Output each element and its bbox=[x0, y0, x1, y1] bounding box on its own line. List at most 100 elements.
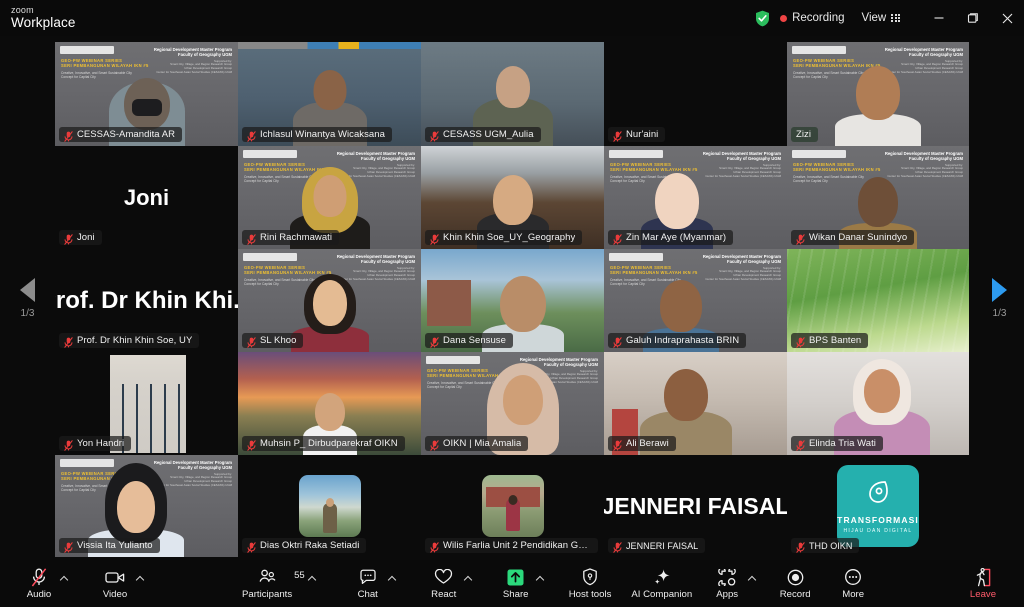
participant-tile[interactable]: Nur'aini bbox=[604, 42, 787, 146]
slide-title: GEO-PW WEBINAR SERIES SERI PEMBANGUNAN W… bbox=[610, 162, 698, 173]
audio-button[interactable]: Audio bbox=[22, 567, 56, 600]
participant-tile[interactable]: TRANSFORMASI HIJAU DAN DIGITAL THD OIKN bbox=[787, 455, 969, 557]
slide-right-title: Regional Development Master Program Facu… bbox=[884, 47, 963, 58]
participant-tile[interactable]: GEO-PW WEBINAR SERIES SERI PEMBANGUNAN W… bbox=[787, 42, 969, 146]
participant-face bbox=[312, 280, 347, 326]
participants-options-chevron-icon[interactable] bbox=[308, 567, 317, 587]
video-label: Video bbox=[102, 589, 128, 600]
next-page-control[interactable]: 1/3 bbox=[975, 278, 1024, 319]
participant-tile[interactable]: GEO-PW WEBINAR SERIES SERI PEMBANGUNAN W… bbox=[421, 352, 604, 455]
react-control[interactable]: React bbox=[427, 567, 473, 600]
minimize-button[interactable] bbox=[922, 0, 956, 36]
leave-button[interactable]: Leave bbox=[966, 567, 1000, 600]
more-button[interactable]: More bbox=[836, 567, 870, 600]
participant-tile[interactable]: GEO-PW WEBINAR SERIES SERI PEMBANGUNAN W… bbox=[604, 146, 787, 249]
react-button[interactable]: React bbox=[427, 567, 461, 600]
participants-button[interactable]: Participants bbox=[242, 567, 292, 600]
participant-tile[interactable]: GEO-PW WEBINAR SERIES SERI PEMBANGUNAN W… bbox=[55, 42, 238, 146]
participant-face bbox=[313, 175, 346, 217]
right-arrow-icon[interactable] bbox=[992, 278, 1007, 302]
participant-tile[interactable]: Ali Berawi bbox=[604, 352, 787, 455]
participant-face bbox=[858, 177, 898, 227]
ai-companion-button[interactable]: AI Companion bbox=[631, 567, 692, 600]
participant-tile[interactable]: BPS Banten bbox=[787, 249, 969, 352]
participant-tile[interactable]: Muhsin P_ Dirbudparekraf OIKN bbox=[238, 352, 421, 455]
participant-tile[interactable]: CESASS UGM_Aulia bbox=[421, 42, 604, 146]
participant-tile[interactable]: JENNERI FAISAL JENNERI FAISAL bbox=[604, 455, 787, 557]
participant-name-label: Prof. Dr Khin Khin Soe, UY bbox=[59, 333, 200, 348]
participant-tile[interactable]: Wilis Farlia Unit 2 Pendidikan Geografi bbox=[421, 455, 604, 557]
leave-door-icon bbox=[973, 567, 993, 587]
share-control[interactable]: Share bbox=[499, 567, 545, 600]
participant-name-label: Zizi bbox=[791, 127, 818, 142]
participant-tile[interactable]: GEO-PW WEBINAR SERIES SERI PEMBANGUNAN W… bbox=[238, 146, 421, 249]
slide-subtitle: Creative, Innovative, and Smart Sustaina… bbox=[793, 71, 864, 80]
participant-tile[interactable]: Joni Joni bbox=[55, 146, 238, 249]
participant-tile[interactable]: GEO-PW WEBINAR SERIES SERI PEMBANGUNAN W… bbox=[238, 249, 421, 352]
apps-control[interactable]: Apps bbox=[710, 567, 756, 600]
participant-tile[interactable]: GEO-PW WEBINAR SERIES SERI PEMBANGUNAN W… bbox=[604, 249, 787, 352]
participant-tile[interactable]: Yon Handri bbox=[55, 352, 238, 455]
participant-name-label: Vissia Ita Yulianto bbox=[59, 538, 160, 553]
participant-tile[interactable]: Prof. Dr Khin Khi... Prof. Dr Khin Khin … bbox=[55, 249, 238, 352]
maximize-restore-button[interactable] bbox=[956, 0, 990, 36]
participant-tile[interactable]: GEO-PW WEBINAR SERIES SERI PEMBANGUNAN W… bbox=[787, 146, 969, 249]
audio-control[interactable]: Audio bbox=[22, 567, 68, 600]
ai-companion-label: AI Companion bbox=[631, 589, 693, 600]
participant-name-label: Khin Khin Soe_UY_Geography bbox=[425, 230, 583, 245]
video-options-chevron-icon[interactable] bbox=[135, 567, 144, 587]
chat-options-chevron-icon[interactable] bbox=[388, 567, 397, 587]
close-button[interactable] bbox=[990, 0, 1024, 36]
flag-backdrop bbox=[238, 42, 421, 49]
chat-button[interactable]: Chat bbox=[351, 567, 385, 600]
participant-tile[interactable]: Dias Oktri Raka Setiadi bbox=[238, 455, 421, 557]
participant-tile[interactable]: Khin Khin Soe_UY_Geography bbox=[421, 146, 604, 249]
participant-tile[interactable]: Ichlasul Winantya Wicaksana bbox=[238, 42, 421, 146]
microphone-muted-icon bbox=[613, 540, 622, 553]
participant-tile[interactable]: Elinda Tria Wati bbox=[787, 352, 969, 455]
microphone-muted-icon bbox=[613, 335, 622, 348]
avatar bbox=[298, 475, 361, 537]
participant-tile[interactable]: GEO-PW WEBINAR SERIES SERI PEMBANGUNAN W… bbox=[55, 455, 238, 557]
slide-title: GEO-PW WEBINAR SERIES SERI PEMBANGUNAN W… bbox=[244, 265, 332, 276]
recording-indicator[interactable]: Recording bbox=[780, 12, 845, 24]
gallery-row: Yon Handri Muhsin P_ Dirbudparekraf OIKN bbox=[55, 352, 969, 455]
video-button[interactable]: Video bbox=[98, 567, 132, 600]
slide-right-sub: Supported by: Smart City, Village, and R… bbox=[705, 162, 781, 178]
participant-name-label: Nur'aini bbox=[608, 127, 666, 142]
participant-tile[interactable]: Dana Sensuse bbox=[421, 249, 604, 352]
apps-options-chevron-icon[interactable] bbox=[747, 567, 756, 587]
participant-name: Zizi bbox=[796, 129, 811, 140]
react-options-chevron-icon[interactable] bbox=[464, 567, 473, 587]
share-button[interactable]: Share bbox=[499, 567, 533, 600]
view-button[interactable]: View bbox=[861, 12, 900, 24]
participant-face bbox=[500, 276, 547, 332]
slide-title: GEO-PW WEBINAR SERIES SERI PEMBANGUNAN W… bbox=[793, 162, 881, 173]
microphone-muted-icon bbox=[613, 438, 622, 451]
audio-options-chevron-icon[interactable] bbox=[59, 567, 68, 587]
slide-right-sub: Supported by: Smart City, Village, and R… bbox=[705, 265, 781, 281]
microphone-muted-icon bbox=[430, 335, 439, 348]
participant-name-label: Wilis Farlia Unit 2 Pendidikan Geografi bbox=[425, 538, 598, 553]
participant-name: OIKN | Mia Amalia bbox=[443, 438, 522, 449]
record-button[interactable]: Record bbox=[778, 567, 812, 600]
chat-control[interactable]: Chat bbox=[351, 567, 397, 600]
share-options-chevron-icon[interactable] bbox=[536, 567, 545, 587]
participants-control[interactable]: Participants 55 bbox=[242, 567, 317, 600]
left-arrow-icon[interactable] bbox=[20, 278, 35, 302]
microphone-muted-icon bbox=[64, 335, 73, 348]
video-control[interactable]: Video bbox=[98, 567, 144, 600]
view-label: View bbox=[861, 12, 887, 24]
previous-page-control[interactable]: 1/3 bbox=[0, 278, 55, 319]
participant-face bbox=[495, 66, 530, 108]
shield-check-icon[interactable] bbox=[755, 10, 770, 27]
recording-label: Recording bbox=[792, 12, 845, 24]
participant-name-label: Joni bbox=[59, 230, 102, 245]
slide-right-title: Regional Development Master Program Facu… bbox=[702, 254, 781, 265]
microphone-muted-icon bbox=[796, 438, 805, 451]
host-tools-button[interactable]: Host tools bbox=[569, 567, 611, 600]
microphone-muted-icon bbox=[64, 129, 73, 142]
participant-name: Galuh Indraprahasta BRIN bbox=[626, 335, 740, 346]
apps-button[interactable]: Apps bbox=[710, 567, 744, 600]
microphone-muted-icon bbox=[430, 232, 439, 245]
